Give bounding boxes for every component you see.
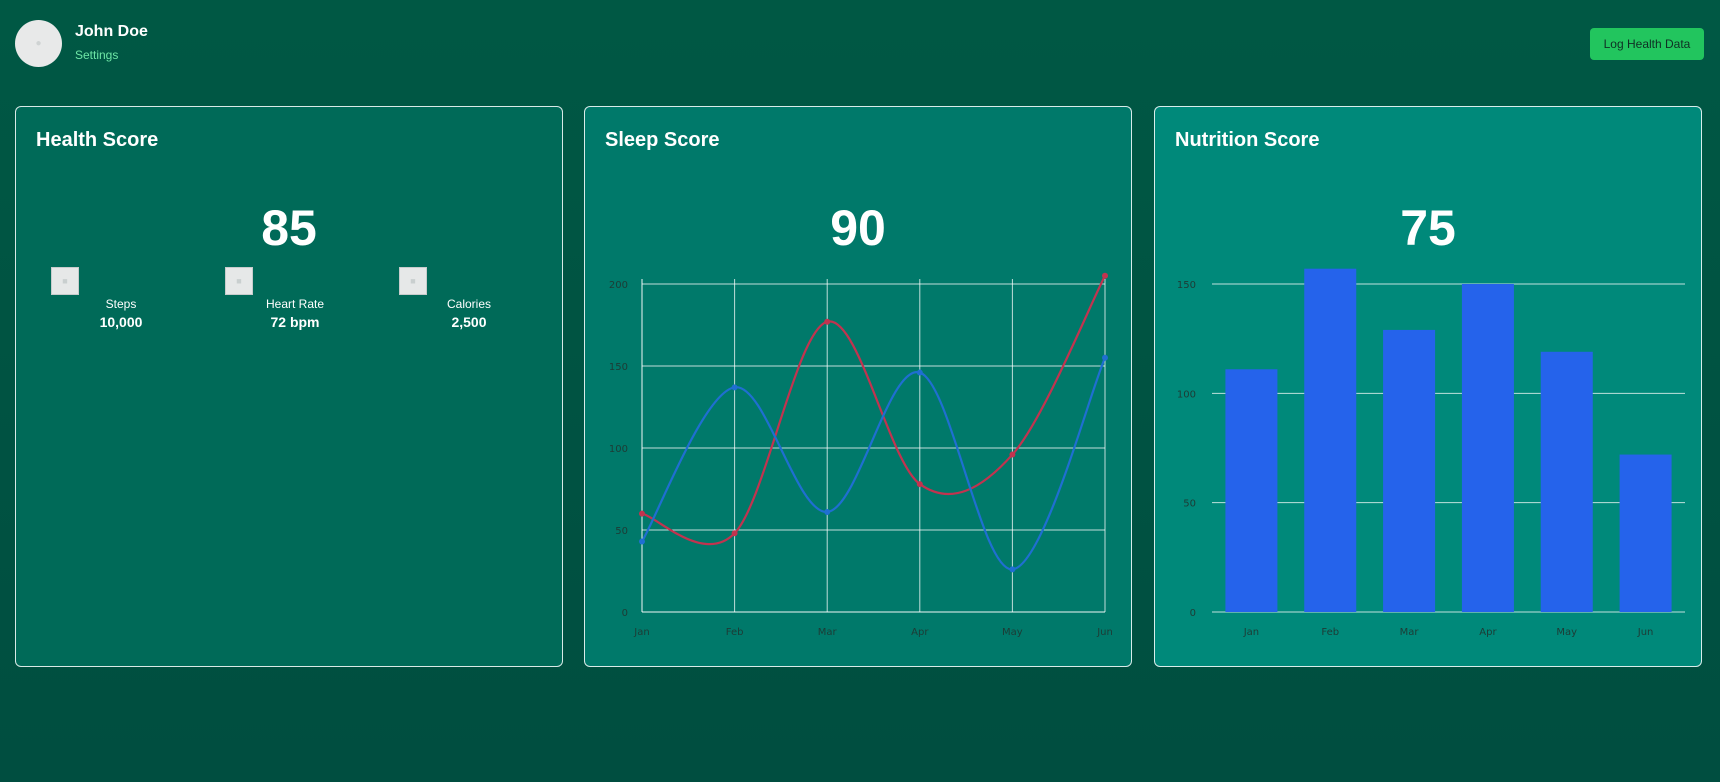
nutrition-bar-chart: 0 50 100 150 Jan Feb Mar Apr May Jun — [1177, 268, 1685, 638]
x-tick-label: Apr — [911, 627, 929, 638]
x-tick-label: Jan — [1243, 627, 1259, 638]
series-line-0 — [641, 275, 1106, 546]
x-tick-label: Jan — [633, 627, 649, 638]
y-tick-label: 100 — [1177, 389, 1196, 400]
y-tick-label: 150 — [1177, 280, 1196, 291]
sleep-line-chart: 0 50 100 150 200 Jan Feb Mar Apr May Jun — [609, 272, 1113, 638]
stat-value: 10,000 — [99, 314, 143, 330]
card-title: Health Score — [36, 129, 159, 151]
x-tick-label: Feb — [1321, 627, 1339, 638]
stat-label: Heart Rate — [265, 297, 325, 311]
data-point — [1009, 451, 1016, 458]
steps-icon: ■ — [51, 267, 79, 295]
y-tick-label: 50 — [1183, 499, 1196, 510]
y-tick-label: 0 — [1190, 608, 1196, 619]
settings-link[interactable]: Settings — [75, 48, 118, 62]
x-tick-label: Jun — [1637, 627, 1654, 638]
data-point — [639, 510, 645, 517]
x-tick-label: May — [1556, 627, 1577, 638]
data-point — [1102, 354, 1108, 361]
nutrition-score-card: Nutrition Score 75 0 50 100 150 Jan Feb Mar Apr… — [1154, 106, 1702, 667]
bar — [1304, 268, 1357, 612]
data-point — [916, 369, 923, 376]
user-name: John Doe — [75, 23, 148, 40]
x-tick-label: Apr — [1479, 627, 1497, 638]
data-point — [639, 538, 645, 545]
x-tick-label: Feb — [726, 627, 744, 638]
data-point — [1009, 566, 1016, 573]
x-tick-label: Jun — [1096, 627, 1113, 638]
x-tick-label: Mar — [1400, 627, 1420, 638]
data-point — [824, 318, 831, 325]
data-point — [916, 481, 923, 488]
stat-label: Calories — [446, 297, 491, 311]
avatar[interactable]: ● — [15, 20, 62, 67]
y-tick-label: 200 — [609, 280, 628, 291]
data-point — [731, 530, 738, 537]
data-point — [1102, 272, 1108, 279]
x-tick-label: Mar — [818, 627, 838, 638]
y-tick-label: 150 — [609, 362, 628, 373]
bar — [1461, 284, 1514, 612]
x-tick-label: May — [1002, 627, 1023, 638]
stat-value: 72 bpm — [270, 314, 320, 330]
data-point — [731, 384, 738, 391]
health-score-card: Health Score 85 ■ Steps 10,000 ■ Heart R… — [15, 106, 563, 667]
health-score-value: 85 — [261, 200, 317, 256]
stat-label: Steps — [105, 297, 137, 311]
y-tick-label: 100 — [609, 444, 628, 455]
calories-icon: ■ — [399, 267, 427, 295]
data-point — [824, 508, 831, 515]
user-avatar-icon: ● — [35, 38, 42, 49]
y-tick-label: 50 — [615, 526, 628, 537]
bar — [1540, 351, 1593, 612]
bar — [1619, 454, 1672, 612]
heart-icon: ■ — [225, 267, 253, 295]
stat-value: 2,500 — [451, 314, 487, 330]
y-tick-label: 0 — [622, 608, 628, 619]
bar — [1383, 329, 1436, 612]
log-health-data-button[interactable]: Log Health Data — [1590, 28, 1704, 60]
sleep-score-card: Sleep Score 90 0 50 100 150 200 Jan Feb Mar Apr M… — [584, 106, 1132, 667]
header: ● John Doe Settings Log Health Data — [0, 0, 1720, 90]
bar — [1225, 369, 1278, 612]
